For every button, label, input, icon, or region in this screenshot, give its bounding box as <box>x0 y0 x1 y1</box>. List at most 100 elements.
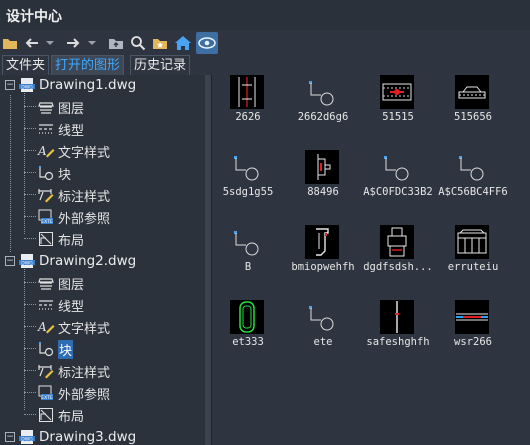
favorites-icon[interactable] <box>150 32 170 54</box>
layers-icon <box>37 275 55 291</box>
tree-drawing-3[interactable]: DWG Drawing3.dwg <box>18 427 136 445</box>
block-item[interactable]: B <box>209 225 287 299</box>
block-item[interactable]: bmiopwehfh <box>284 225 362 299</box>
block-name: dgdfsdsh... <box>363 261 433 273</box>
block-item[interactable]: dgdfsdsh... <box>359 225 437 299</box>
dwg-file-icon: DWG <box>18 253 36 269</box>
block-item[interactable]: 2626 <box>209 75 287 149</box>
tree-item-linetypes[interactable]: 线型 <box>37 295 84 315</box>
block-name: 2662d6g6 <box>297 111 349 123</box>
drawing-name: Drawing1.dwg <box>39 77 137 93</box>
text-style-icon: A <box>37 319 55 335</box>
block-thumbnail <box>455 225 489 259</box>
preview-toggle-icon[interactable] <box>196 32 218 54</box>
block-item[interactable]: safeshghfh <box>359 300 437 374</box>
block-thumbnail <box>305 150 339 184</box>
block-name: erruteiu <box>447 261 499 273</box>
block-thumbnail <box>455 300 489 334</box>
svg-text:A: A <box>37 320 47 334</box>
tree-item-layouts[interactable]: 布局 <box>37 229 84 249</box>
linetype-icon <box>37 121 55 137</box>
block-name: 51515 <box>382 111 414 123</box>
tree-item-textstyles[interactable]: A 文字样式 <box>37 141 110 161</box>
block-thumbnail <box>230 225 264 259</box>
block-name: ete <box>313 336 333 348</box>
search-icon[interactable] <box>128 32 148 54</box>
layout-icon <box>37 407 55 423</box>
tab-open-drawings[interactable]: 打开的图形 <box>51 55 125 75</box>
svg-text:DWG: DWG <box>21 436 33 442</box>
block-name: wsr266 <box>454 336 492 348</box>
drawing-name: Drawing3.dwg <box>39 429 137 445</box>
block-item[interactable]: 88496 <box>284 150 362 224</box>
tree-item-layouts[interactable]: 布局 <box>37 405 84 425</box>
linetype-icon <box>37 297 55 313</box>
block-name: 88496 <box>307 186 339 198</box>
window-title: 设计中心 <box>6 9 62 25</box>
tree-drawing-2[interactable]: DWG Drawing2.dwg <box>18 251 136 271</box>
block-item[interactable]: ete <box>284 300 362 374</box>
tree-item-xrefs[interactable]: EXTE 外部参照 <box>37 383 110 403</box>
svg-text:DWG: DWG <box>21 260 33 266</box>
dwg-file-icon: DWG <box>18 77 36 93</box>
layout-icon <box>37 231 55 247</box>
block-name: bmiopwehfh <box>291 261 355 273</box>
block-name: A$C0FDC33B2 <box>363 186 433 198</box>
block-name: et333 <box>232 336 264 348</box>
tree-item-linetypes[interactable]: 线型 <box>37 119 84 139</box>
tree-item-blocks-selected[interactable]: 块 <box>37 339 74 359</box>
forward-arrow-icon[interactable] <box>63 32 83 54</box>
tree-item-layers[interactable]: 图层 <box>37 97 84 117</box>
tree-item-dimstyles[interactable]: 标注样式 <box>37 185 110 205</box>
folder-icon[interactable] <box>0 32 20 54</box>
svg-text:DWG: DWG <box>21 84 33 90</box>
svg-text:EXTE: EXTE <box>41 395 53 401</box>
tab-strip: 文件夹 打开的图形 历史记录 <box>0 55 530 75</box>
title-bar: 设计中心 <box>0 0 530 31</box>
collapse-toggle[interactable]: − <box>5 80 15 90</box>
dimension-style-icon <box>37 363 55 379</box>
dimension-style-icon <box>37 187 55 203</box>
block-grid: 2626 2662d6g6 51515 515656 5sdg1g55 8849… <box>212 75 530 445</box>
block-item[interactable]: erruteiu <box>434 225 512 299</box>
block-item[interactable]: et333 <box>209 300 287 374</box>
block-item[interactable]: wsr266 <box>434 300 512 374</box>
tree-drawing-1[interactable]: DWG Drawing1.dwg <box>18 75 136 95</box>
block-name: 5sdg1g55 <box>222 186 274 198</box>
tree-item-layers[interactable]: 图层 <box>37 273 84 293</box>
tree-view: − DWG Drawing1.dwg 图层 线型 A 文字样式 块 标注样式 E… <box>0 75 206 445</box>
block-name: 515656 <box>454 111 492 123</box>
home-icon[interactable] <box>172 32 194 54</box>
block-item[interactable]: 51515 <box>359 75 437 149</box>
tree-item-xrefs[interactable]: EXTE 外部参照 <box>37 207 110 227</box>
block-item[interactable]: 5sdg1g55 <box>209 150 287 224</box>
tab-folders[interactable]: 文件夹 <box>2 55 50 75</box>
collapse-toggle[interactable]: − <box>5 256 15 266</box>
tree-item-dimstyles[interactable]: 标注样式 <box>37 361 110 381</box>
tree-connector <box>24 91 25 234</box>
block-thumbnail <box>380 150 414 184</box>
block-thumbnail <box>305 300 339 334</box>
block-name: safeshghfh <box>366 336 430 348</box>
block-name: A$C56BC4FF6 <box>438 186 508 198</box>
block-item[interactable]: 2662d6g6 <box>284 75 362 149</box>
tree-connector <box>24 267 25 410</box>
expand-toggle[interactable]: − <box>5 432 15 442</box>
block-icon <box>37 165 55 181</box>
up-folder-icon[interactable] <box>106 32 126 54</box>
tree-connector <box>10 95 11 252</box>
drawing-name: Drawing2.dwg <box>39 253 137 269</box>
block-item[interactable]: A$C56BC4FF6 <box>434 150 512 224</box>
block-item[interactable]: 515656 <box>434 75 512 149</box>
block-item[interactable]: A$C0FDC33B2 <box>359 150 437 224</box>
back-dropdown-icon[interactable] <box>44 32 56 54</box>
forward-dropdown-icon[interactable] <box>86 32 98 54</box>
tree-item-blocks[interactable]: 块 <box>37 163 71 183</box>
layers-icon <box>37 99 55 115</box>
block-thumbnail <box>380 75 414 109</box>
tree-item-textstyles[interactable]: A 文字样式 <box>37 317 110 337</box>
back-arrow-icon[interactable] <box>22 32 42 54</box>
block-thumbnail <box>230 300 264 334</box>
text-style-icon: A <box>37 143 55 159</box>
tab-history[interactable]: 历史记录 <box>130 55 191 75</box>
